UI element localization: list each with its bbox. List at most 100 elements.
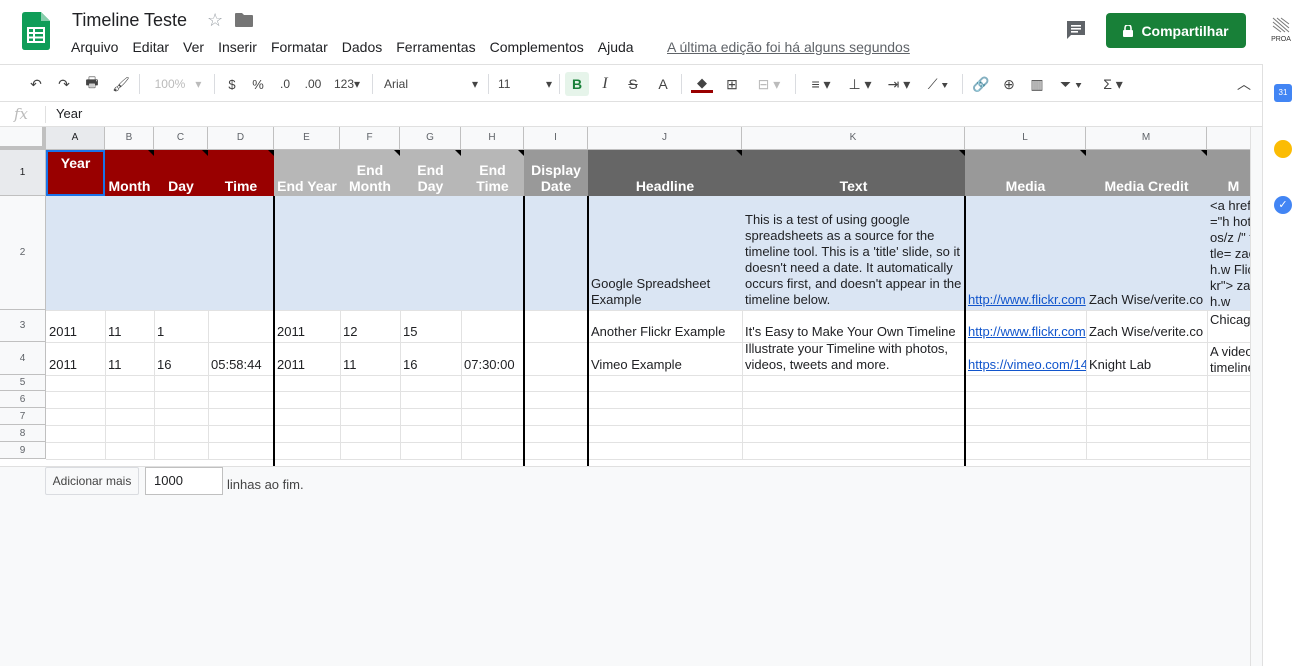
header-cell[interactable]: End Month (340, 150, 400, 196)
text-color-button[interactable]: A (654, 72, 672, 96)
vertical-scrollbar[interactable] (1250, 127, 1262, 666)
redo-icon[interactable]: ↷ (54, 72, 74, 96)
menu-edit[interactable]: Editar (125, 38, 176, 58)
formula-input[interactable]: Year (56, 106, 82, 121)
tasks-icon[interactable]: ✓ (1274, 196, 1292, 214)
last-edit-link[interactable]: A última edição foi há alguns segundos (667, 38, 910, 56)
data-cell[interactable]: 12 (340, 310, 400, 342)
menu-format[interactable]: Formatar (264, 38, 335, 58)
menu-addons[interactable]: Complementos (483, 38, 591, 58)
header-cell[interactable]: Display Date (524, 150, 588, 196)
column-header[interactable]: C (154, 127, 208, 150)
menu-insert[interactable]: Inserir (211, 38, 264, 58)
data-cell[interactable]: Chicag (1207, 310, 1250, 342)
row-header[interactable]: 8 (0, 425, 46, 442)
column-header[interactable]: K (742, 127, 965, 150)
borders-icon[interactable]: ⊞ (722, 72, 742, 96)
vertical-align-icon[interactable]: ⊥ ▾ (845, 72, 875, 96)
data-cell[interactable]: This is a test of using google spreadshe… (742, 196, 965, 310)
text-wrap-icon[interactable]: ⇥ ▾ (883, 72, 915, 96)
data-cell[interactable]: 05:58:44 (208, 342, 274, 375)
merge-cells-icon[interactable]: ⊟ ▾ (752, 72, 786, 96)
column-header[interactable]: F (340, 127, 400, 150)
column-header[interactable]: J (588, 127, 742, 150)
row-header[interactable]: 9 (0, 442, 46, 459)
italic-button[interactable]: I (596, 72, 614, 96)
data-cell[interactable]: A video timeline (1207, 342, 1250, 375)
rows-count-input[interactable]: 1000 (145, 467, 223, 495)
column-header[interactable]: L (965, 127, 1086, 150)
sheets-logo-icon[interactable] (22, 12, 50, 50)
column-header[interactable]: D (208, 127, 274, 150)
data-cell[interactable]: Knight Lab (1086, 342, 1207, 375)
data-cell[interactable]: <a href="h hotos/z /" title= zach.w Flic… (1207, 196, 1250, 310)
data-cell[interactable]: 11 (105, 310, 154, 342)
row-header[interactable]: 7 (0, 408, 46, 425)
data-cell[interactable]: 2011 (46, 310, 105, 342)
data-cell[interactable]: 07:30:00 (461, 342, 524, 375)
header-cell[interactable]: Headline (588, 150, 742, 196)
data-cell[interactable]: Vimeo Example (588, 342, 742, 375)
header-cell[interactable]: Text (742, 150, 965, 196)
fill-color-button[interactable]: ◆ (690, 72, 714, 96)
header-cell[interactable]: Time (208, 150, 274, 196)
menu-data[interactable]: Dados (335, 38, 389, 58)
spreadsheet-grid[interactable]: A B C D E F G H I J K L M 1 2 3 4 5 6 7 8 9 Year Month Day Time En… (0, 127, 1250, 466)
media-link[interactable]: https://vimeo.com/14 (965, 342, 1086, 375)
insert-link-icon[interactable]: 🔗 (970, 72, 992, 96)
account-avatar[interactable]: PROA (1268, 16, 1294, 46)
data-cell[interactable]: Zach Wise/verite.co (1086, 196, 1207, 310)
increase-decimal-button[interactable]: .00 (302, 72, 324, 96)
percent-button[interactable]: % (250, 72, 266, 96)
data-cell[interactable]: It's Easy to Make Your Own Timeline (742, 310, 965, 342)
row-header[interactable]: 4 (0, 342, 46, 375)
menu-tools[interactable]: Ferramentas (389, 38, 482, 58)
data-cell[interactable]: Another Flickr Example (588, 310, 742, 342)
paint-format-icon[interactable]: 🖌 (111, 72, 131, 96)
media-link[interactable]: http://www.flickr.com (965, 310, 1086, 342)
data-cell[interactable]: 11 (105, 342, 154, 375)
data-cell[interactable]: Illustrate your Timeline with photos, vi… (742, 342, 965, 375)
header-cell[interactable]: Media Credit (1086, 150, 1207, 196)
data-cell[interactable]: Zach Wise/verite.co (1086, 310, 1207, 342)
header-cell[interactable]: Media (965, 150, 1086, 196)
menu-file[interactable]: Arquivo (64, 38, 125, 58)
menu-help[interactable]: Ajuda (591, 38, 641, 58)
column-header[interactable]: B (105, 127, 154, 150)
star-icon[interactable]: ☆ (207, 10, 223, 31)
functions-icon[interactable]: Σ ▾ (1096, 72, 1130, 96)
data-cell[interactable]: 15 (400, 310, 461, 342)
zoom-select[interactable]: 100% ▾ (148, 72, 208, 96)
column-header[interactable]: G (400, 127, 461, 150)
column-header[interactable]: I (524, 127, 588, 150)
column-header[interactable]: E (274, 127, 340, 150)
insert-chart-icon[interactable]: ▥ (1026, 72, 1048, 96)
currency-button[interactable]: $ (224, 72, 240, 96)
keep-icon[interactable] (1274, 140, 1292, 158)
document-title[interactable]: Timeline Teste (72, 10, 187, 31)
text-rotation-icon[interactable]: ⟋ ▾ (922, 72, 954, 96)
header-cell[interactable]: End Time (461, 150, 524, 196)
calendar-icon[interactable]: 31 (1274, 84, 1292, 102)
column-header[interactable] (1207, 127, 1250, 150)
select-all-corner[interactable] (0, 127, 46, 150)
add-more-rows-button[interactable]: Adicionar mais (45, 467, 139, 495)
font-size-select[interactable]: 11 ▾ (498, 72, 552, 96)
data-cell[interactable]: 16 (400, 342, 461, 375)
header-cell[interactable]: Month (105, 150, 154, 196)
undo-icon[interactable]: ↶ (26, 72, 46, 96)
data-cell[interactable]: 2011 (274, 342, 340, 375)
horizontal-align-icon[interactable]: ≡ ▾ (804, 72, 838, 96)
header-cell[interactable]: M (1207, 150, 1250, 196)
header-cell[interactable]: Year (46, 150, 105, 196)
column-header[interactable]: A (46, 127, 105, 150)
row-header[interactable]: 2 (0, 196, 46, 310)
bold-button[interactable]: B (565, 72, 589, 96)
data-cell[interactable]: 2011 (274, 310, 340, 342)
share-button[interactable]: Compartilhar (1106, 13, 1246, 48)
column-header[interactable]: H (461, 127, 524, 150)
media-link[interactable]: http://www.flickr.com (965, 196, 1086, 310)
data-cell[interactable]: Google Spreadsheet Example (588, 196, 742, 310)
font-select[interactable]: Arial ▾ (384, 72, 478, 96)
column-header[interactable]: M (1086, 127, 1207, 150)
